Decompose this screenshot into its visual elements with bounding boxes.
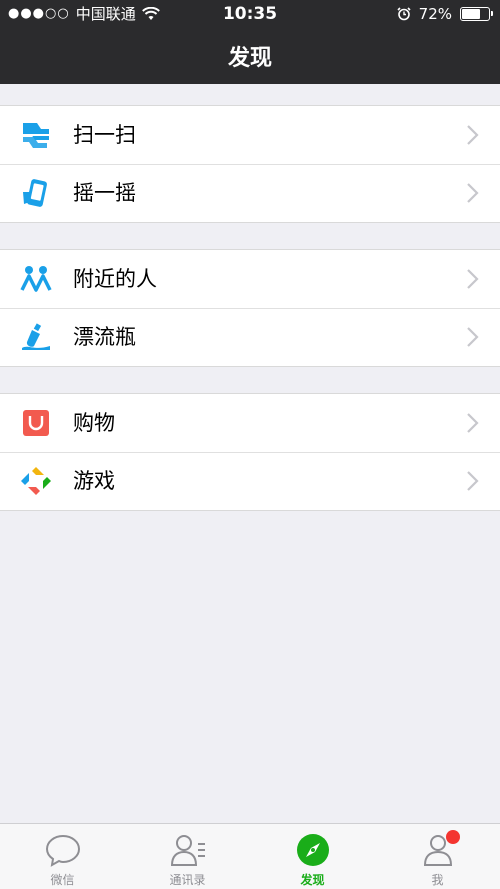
chevron-right-icon xyxy=(467,269,479,289)
group-shopping-games: 购物 游戏 xyxy=(0,393,500,511)
tab-label: 通讯录 xyxy=(169,873,206,887)
top-bar: ●●●○○ 中国联通 10:35 72% 发现 xyxy=(0,0,500,84)
list-item-label: 游戏 xyxy=(73,469,115,493)
tab-label: 微信 xyxy=(50,873,75,887)
drift-bottle-icon xyxy=(22,323,50,350)
people-nearby-icon xyxy=(20,266,52,292)
tab-discover[interactable]: 发现 xyxy=(250,824,375,889)
tab-bar: 微信 通讯录 发现 我 xyxy=(0,823,500,889)
list-item-drift-bottle[interactable]: 漂流瓶 xyxy=(0,308,500,366)
status-bar: ●●●○○ 中国联通 10:35 72% xyxy=(0,0,500,28)
page-title: 发现 xyxy=(227,46,272,71)
scan-icon xyxy=(23,123,49,148)
list-item-label: 摇一摇 xyxy=(73,181,136,205)
list-item-label: 附近的人 xyxy=(73,267,157,291)
list-item-label: 漂流瓶 xyxy=(73,325,136,349)
tab-label: 发现 xyxy=(300,873,325,887)
list-item-label: 购物 xyxy=(73,411,115,435)
battery-icon xyxy=(460,7,493,21)
list-item-scan[interactable]: 扫一扫 xyxy=(0,106,500,164)
tab-label: 我 xyxy=(431,873,444,887)
group-nearby-bottle: 附近的人 漂流瓶 xyxy=(0,249,500,367)
contacts-icon xyxy=(170,835,205,866)
chat-bubble-icon xyxy=(45,834,81,867)
battery-fill xyxy=(462,9,480,19)
list-item-shopping[interactable]: 购物 xyxy=(0,394,500,452)
chevron-right-icon xyxy=(467,413,479,433)
notification-badge xyxy=(446,830,460,844)
chevron-right-icon xyxy=(467,183,479,203)
alarm-icon xyxy=(397,7,411,21)
shopping-icon xyxy=(23,410,49,436)
tab-chats[interactable]: 微信 xyxy=(0,824,125,889)
list-item-label: 扫一扫 xyxy=(73,123,136,147)
tab-me[interactable]: 我 xyxy=(375,824,500,889)
list-item-shake[interactable]: 摇一摇 xyxy=(0,164,500,222)
list-item-people-nearby[interactable]: 附近的人 xyxy=(0,250,500,308)
compass-icon xyxy=(297,834,329,866)
battery-percent: 72% xyxy=(418,5,452,23)
tab-contacts[interactable]: 通讯录 xyxy=(125,824,250,889)
games-icon xyxy=(21,467,51,495)
shake-icon xyxy=(23,179,47,207)
list-item-games[interactable]: 游戏 xyxy=(0,452,500,510)
group-scan-shake: 扫一扫 摇一摇 xyxy=(0,105,500,223)
chevron-right-icon xyxy=(467,327,479,347)
chevron-right-icon xyxy=(467,125,479,145)
chevron-right-icon xyxy=(467,471,479,491)
